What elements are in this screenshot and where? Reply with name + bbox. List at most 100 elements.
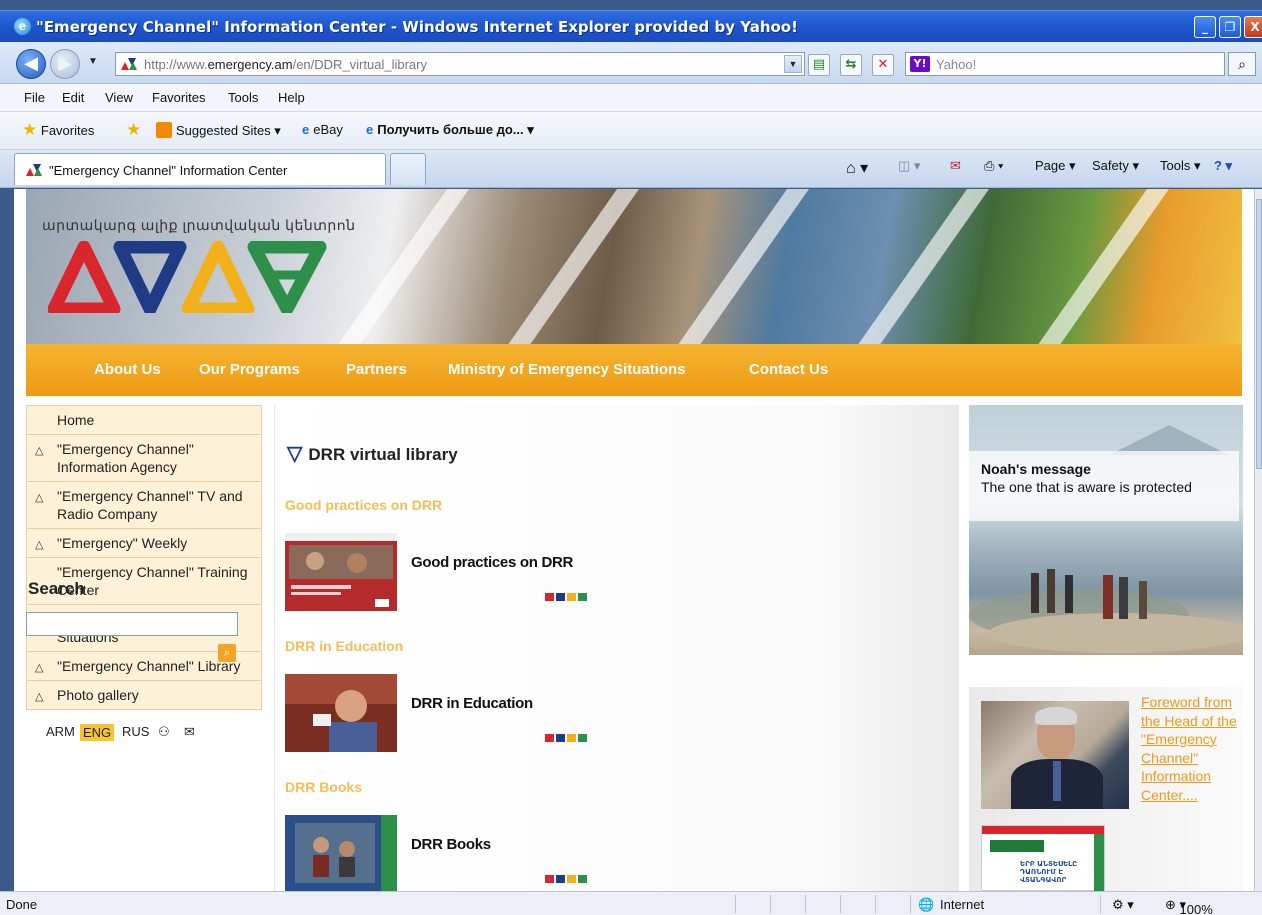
address-dropdown-icon[interactable]: ▼ — [784, 55, 802, 73]
noah-message-title: Noah's message — [981, 461, 1091, 477]
internet-explorer-icon: e — [14, 18, 31, 35]
menu-view[interactable]: View — [105, 90, 133, 105]
internet-zone-globe-icon: 🌐 — [918, 897, 935, 912]
section-heading-good-practices[interactable]: Good practices on DRR — [285, 497, 442, 513]
feeds-icon[interactable]: ◫ ▾ — [898, 158, 920, 174]
sidebar-item-photo-gallery[interactable]: △ Photo gallery — [27, 681, 261, 709]
site-armenian-title: արտակարգ ալիք լրատվական կենտրոն — [42, 217, 356, 233]
triangle-icon: △ — [35, 662, 44, 674]
noah-message-banner[interactable]: Noah's message The one that is aware is … — [969, 405, 1243, 655]
noah-painting — [969, 569, 1243, 653]
email-icon[interactable]: ✉ — [184, 724, 195, 740]
nav-contact-us[interactable]: Contact Us — [749, 361, 828, 378]
tab-emergency-channel[interactable]: "Emergency Channel" Information Center — [14, 153, 386, 185]
yahoo-logo-icon: Y! — [910, 56, 930, 72]
lang-arm[interactable]: ARM — [46, 724, 75, 739]
read-mail-icon[interactable]: ✉ — [950, 158, 961, 174]
page-viewport: արտակարգ ալիք լրատվական կենտրոն About Us… — [14, 189, 1254, 891]
address-toolbar: ◀ ▶ ▼ http://www.emergency.am/en/DDR_vir… — [0, 42, 1262, 84]
stop-icon[interactable]: ✕ — [872, 54, 894, 76]
back-button[interactable]: ◀ — [16, 49, 46, 79]
lang-rus[interactable]: RUS — [122, 724, 149, 739]
menu-tools[interactable]: Tools — [228, 90, 258, 105]
search-button[interactable]: ⌕ — [1228, 52, 1256, 76]
sidebar-item-home[interactable]: Home — [27, 406, 261, 435]
get-more-addons-link[interactable]: e Получить больше до... ▾ — [366, 122, 534, 138]
new-tab-button[interactable] — [390, 153, 426, 185]
suggested-sites-link[interactable]: Suggested Sites ▾ — [156, 122, 281, 139]
tools-menu[interactable]: Tools ▾ — [1160, 158, 1201, 174]
section-heading-books[interactable]: DRR Books — [285, 779, 362, 795]
triangle-icon: △ — [35, 539, 44, 551]
section-heading-education[interactable]: DRR in Education — [285, 638, 403, 654]
main-content: ▽ DRR virtual library Good practices on D… — [274, 405, 959, 891]
item-drr-books[interactable]: DRR Books — [411, 836, 491, 853]
add-favorite-icon[interactable]: ★ — [126, 120, 141, 140]
page-title: ▽ DRR virtual library — [287, 443, 458, 465]
security-zone[interactable]: Internet — [940, 897, 984, 912]
foreword-link[interactable]: Foreword from the Head of the "Emergency… — [1141, 693, 1243, 804]
search-input[interactable]: Y! Yahoo! — [905, 52, 1225, 76]
nav-ministry[interactable]: Ministry of Emergency Situations — [448, 361, 686, 378]
vertical-scrollbar[interactable] — [1254, 189, 1262, 891]
help-icon[interactable]: ? ▾ — [1214, 158, 1232, 174]
sidebar-item-weekly[interactable]: △ "Emergency" Weekly — [27, 529, 261, 558]
book-cover[interactable]: ԵՐԲ ԱՆՏԵՍԵԼԸ ԴԱՌՆՈՒՄ Է ՎՏԱՆԳԱՎՈՐ — [981, 825, 1105, 891]
forward-button[interactable]: ▶ — [50, 49, 80, 79]
site-search-button[interactable]: ⌕ — [218, 644, 236, 662]
nav-partners[interactable]: Partners — [346, 361, 407, 378]
menu-help[interactable]: Help — [278, 90, 305, 105]
sidebar-item-information-agency[interactable]: △ "Emergency Channel" Information Agency — [27, 435, 261, 482]
refresh-icon[interactable]: ⇆ — [840, 54, 862, 76]
status-bar: Done 🌐 Internet ⚙ ▾ ⊕ 100% ▾ — [0, 891, 1262, 915]
nav-our-programs[interactable]: Our Programs — [199, 361, 300, 378]
nav-about-us[interactable]: About Us — [94, 361, 161, 378]
left-sidebar: Home △ "Emergency Channel" Information Ag… — [26, 405, 262, 750]
menu-file[interactable]: File — [24, 90, 45, 105]
site-favicon-icon — [121, 58, 137, 70]
site-banner: արտակարգ ալիք լրատվական կենտրոն — [26, 189, 1242, 344]
noah-message-subtitle: The one that is aware is protected — [981, 479, 1192, 495]
compatibility-view-icon[interactable]: ▤ — [808, 54, 830, 76]
good-practices-thumbnail[interactable] — [285, 533, 397, 611]
ebay-link[interactable]: e eBay — [302, 122, 343, 137]
zoom-level[interactable]: ⊕ 100% ▾ — [1165, 897, 1213, 915]
close-button[interactable]: X — [1244, 16, 1262, 38]
book-cover-text: ԵՐԲ ԱՆՏԵՍԵԼԸ ԴԱՌՆՈՒՄ Է ՎՏԱՆԳԱՎՈՐ — [1020, 860, 1078, 884]
print-icon[interactable]: ⎙ ▾ — [984, 158, 1003, 174]
menu-favorites[interactable]: Favorites — [152, 90, 205, 105]
menu-edit[interactable]: Edit — [62, 90, 84, 105]
favorites-button[interactable]: ★ Favorites — [22, 120, 94, 140]
education-thumbnail[interactable] — [285, 674, 397, 752]
foreword-box: Foreword from the Head of the "Emergency… — [969, 687, 1243, 891]
sidebar-item-tv-radio[interactable]: △ "Emergency Channel" TV and Radio Compan… — [27, 482, 261, 529]
site-logo[interactable] — [48, 241, 328, 313]
blue-triangle-icon: ▽ — [287, 443, 303, 465]
window-title: "Emergency Channel" Information Center -… — [36, 18, 798, 36]
books-thumbnail[interactable] — [285, 815, 397, 891]
protected-mode-icon[interactable]: ⚙ ▾ — [1112, 897, 1134, 913]
ie-page-icon: e — [366, 122, 374, 137]
safety-menu[interactable]: Safety ▾ — [1092, 158, 1139, 174]
sitemap-icon[interactable]: ⚇ — [158, 724, 170, 740]
language-switcher: ARM ENG RUS ⚇ ✉ — [26, 710, 262, 750]
recent-pages-dropdown[interactable]: ▼ — [88, 56, 98, 67]
triangle-icon: △ — [35, 445, 44, 457]
page-menu[interactable]: Page ▾ — [1035, 158, 1076, 174]
triangle-icon: △ — [35, 691, 44, 703]
head-portrait[interactable] — [981, 701, 1129, 809]
restore-button[interactable]: ❐ — [1219, 16, 1241, 38]
favorites-bar: ★ Favorites ★ Suggested Sites ▾ e eBay eП… — [0, 112, 1262, 150]
site-search-input[interactable] — [26, 612, 238, 636]
item-drr-education[interactable]: DRR in Education — [411, 695, 533, 712]
minimize-button[interactable]: _ — [1194, 16, 1216, 38]
menu-bar: File Edit View Favorites Tools Help — [0, 84, 1262, 112]
ie-page-icon: e — [302, 122, 310, 137]
suggested-sites-icon — [156, 122, 172, 138]
address-bar[interactable]: http://www.emergency.am/en/DDR_virtual_l… — [115, 52, 805, 76]
home-icon[interactable]: ⌂ ▾ — [846, 158, 868, 178]
lang-eng[interactable]: ENG — [80, 724, 115, 741]
address-url: http://www.emergency.am/en/DDR_virtual_l… — [144, 57, 427, 72]
item-good-practices[interactable]: Good practices on DRR — [411, 554, 573, 571]
triangle-icon: △ — [35, 492, 44, 504]
